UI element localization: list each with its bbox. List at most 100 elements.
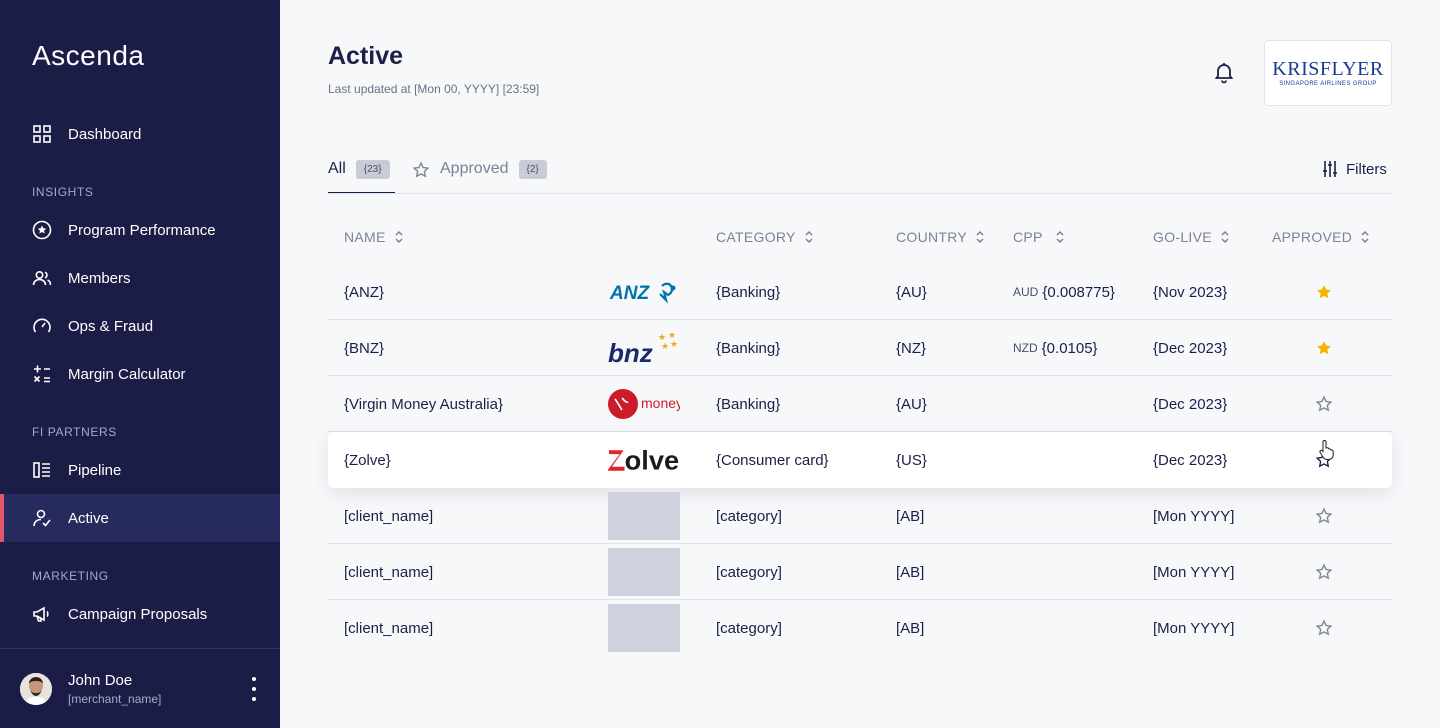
country: [AB] [896, 619, 925, 637]
sidebar-item-campaign-proposals[interactable]: Campaign Proposals [0, 590, 280, 638]
column-header-name[interactable]: NAME [344, 229, 404, 245]
virgin-money-logo: money [608, 376, 680, 432]
sidebar: Ascenda Dashboard INSIGHTS Program Perfo… [0, 0, 280, 728]
column-header-category[interactable]: CATEGORY [716, 229, 814, 245]
cpp-currency: NZD [1013, 341, 1038, 355]
user-profile: John Doe [merchant_name] [0, 648, 280, 728]
sidebar-item-program-performance[interactable]: Program Performance [0, 206, 280, 254]
sort-icon[interactable] [804, 229, 814, 245]
last-updated-text: Last updated at [Mon 00, YYYY] [23:59] [328, 82, 540, 96]
client-name: [client_name] [344, 507, 434, 525]
section-label-fi-partners: FI PARTNERS [32, 425, 117, 439]
tabs-divider [328, 193, 1392, 194]
table-row[interactable]: {BNZ} bnz ★ ★ ★ ★ {Banking} {NZ} NZD {0.0… [328, 320, 1392, 376]
logo-placeholder [608, 600, 680, 656]
sidebar-item-label: Pipeline [68, 461, 122, 479]
country: {US} [896, 451, 927, 469]
gauge-icon [32, 316, 52, 336]
go-live: [Mon YYYY] [1153, 563, 1235, 581]
star-outline-icon[interactable] [1312, 600, 1336, 656]
star-outline-icon[interactable] [1312, 488, 1336, 544]
sidebar-item-pipeline[interactable]: Pipeline [0, 446, 280, 494]
go-live: [Mon YYYY] [1153, 619, 1235, 637]
star-outline-icon[interactable] [1312, 376, 1336, 432]
star-outline-icon [412, 161, 430, 179]
sliders-icon [1322, 160, 1338, 178]
filters-button[interactable]: Filters [1322, 160, 1387, 178]
category: [category] [716, 563, 782, 581]
bnz-logo: bnz ★ ★ ★ ★ [608, 320, 680, 376]
brand-logo[interactable]: Ascenda [32, 40, 144, 72]
cpp-currency: AUD [1013, 285, 1039, 299]
category: {Banking} [716, 339, 781, 357]
go-live: {Nov 2023} [1153, 283, 1228, 301]
star-circle-icon [32, 220, 52, 240]
sidebar-item-active[interactable]: Active [0, 494, 280, 542]
logo-placeholder [608, 488, 680, 544]
tab-label: Approved [440, 160, 509, 177]
partner-logo[interactable]: KRISFLYER SINGAPORE AIRLINES GROUP [1264, 40, 1392, 106]
category: {Consumer card} [716, 451, 829, 469]
section-label-marketing: MARKETING [32, 569, 109, 583]
country: {NZ} [896, 339, 927, 357]
bell-icon[interactable] [1212, 60, 1236, 84]
column-header-country[interactable]: COUNTRY [896, 229, 985, 245]
country: {AU} [896, 395, 927, 413]
table-row[interactable]: {ANZ} ANZ {Banking} {AU} AUD {0.008775} {… [328, 264, 1392, 320]
tab-count-badge: {23} [355, 160, 390, 179]
tab-all[interactable]: All {23} [328, 160, 395, 194]
sidebar-item-members[interactable]: Members [0, 254, 280, 302]
avatar[interactable] [20, 673, 52, 705]
country: [AB] [896, 563, 925, 581]
table-row[interactable]: {Virgin Money Australia} money {Banking}… [328, 376, 1392, 432]
sidebar-item-label: Campaign Proposals [68, 605, 208, 623]
sort-icon[interactable] [394, 229, 404, 245]
sort-icon[interactable] [1220, 229, 1230, 245]
column-header-go-live[interactable]: GO-LIVE [1153, 229, 1230, 245]
go-live: {Dec 2023} [1153, 339, 1228, 357]
krisflyer-logo-text: KRISFLYER [1272, 58, 1384, 80]
cpp-value: {0.008775} [1042, 283, 1115, 301]
megaphone-icon [32, 604, 52, 624]
user-name: John Doe [68, 672, 133, 689]
sidebar-item-dashboard[interactable]: Dashboard [0, 110, 280, 158]
client-name: {ANZ} [344, 283, 385, 301]
sort-icon[interactable] [1360, 229, 1370, 245]
sidebar-item-ops-fraud[interactable]: Ops & Fraud [0, 302, 280, 350]
column-header-approved[interactable]: APPROVED [1272, 229, 1370, 245]
pipeline-icon [32, 460, 52, 480]
column-header-cpp[interactable]: CPP [1013, 229, 1065, 245]
client-name: [client_name] [344, 619, 434, 637]
sort-icon[interactable] [1055, 229, 1065, 245]
hand-cursor-icon [1318, 440, 1334, 460]
country: {AU} [896, 283, 927, 301]
tab-approved[interactable]: Approved {2} [412, 160, 547, 194]
sort-icon[interactable] [975, 229, 985, 245]
go-live: [Mon YYYY] [1153, 507, 1235, 525]
sidebar-item-label: Active [68, 509, 109, 527]
client-name: {Zolve} [344, 451, 391, 469]
table-row[interactable]: [client_name] [category] [AB] [Mon YYYY] [328, 488, 1392, 544]
table-row[interactable]: [client_name] [category] [AB] [Mon YYYY] [328, 544, 1392, 600]
star-filled-icon[interactable] [1312, 320, 1336, 376]
page-title: Active [328, 42, 404, 70]
star-filled-icon[interactable] [1312, 264, 1336, 320]
table-row-hovered[interactable]: {Zolve} Zolve {Consumer card} {US} {Dec … [328, 432, 1392, 488]
sidebar-item-label: Program Performance [68, 221, 216, 239]
sidebar-item-label: Members [68, 269, 131, 287]
tab-count-badge: {2} [518, 160, 547, 179]
table-row[interactable]: [client_name] [category] [AB] [Mon YYYY] [328, 600, 1392, 656]
go-live: {Dec 2023} [1153, 395, 1228, 413]
user-check-icon [32, 508, 52, 528]
filters-label: Filters [1346, 160, 1387, 178]
tab-label: All [328, 160, 346, 177]
category: {Banking} [716, 395, 781, 413]
bnz-logo-text: bnz [608, 338, 653, 368]
svg-text:★: ★ [670, 339, 678, 349]
kebab-menu-icon[interactable] [244, 677, 264, 701]
sidebar-item-margin-calculator[interactable]: Margin Calculator [0, 350, 280, 398]
client-name: [client_name] [344, 563, 434, 581]
user-merchant: [merchant_name] [68, 692, 162, 706]
country: [AB] [896, 507, 925, 525]
star-outline-icon[interactable] [1312, 544, 1336, 600]
